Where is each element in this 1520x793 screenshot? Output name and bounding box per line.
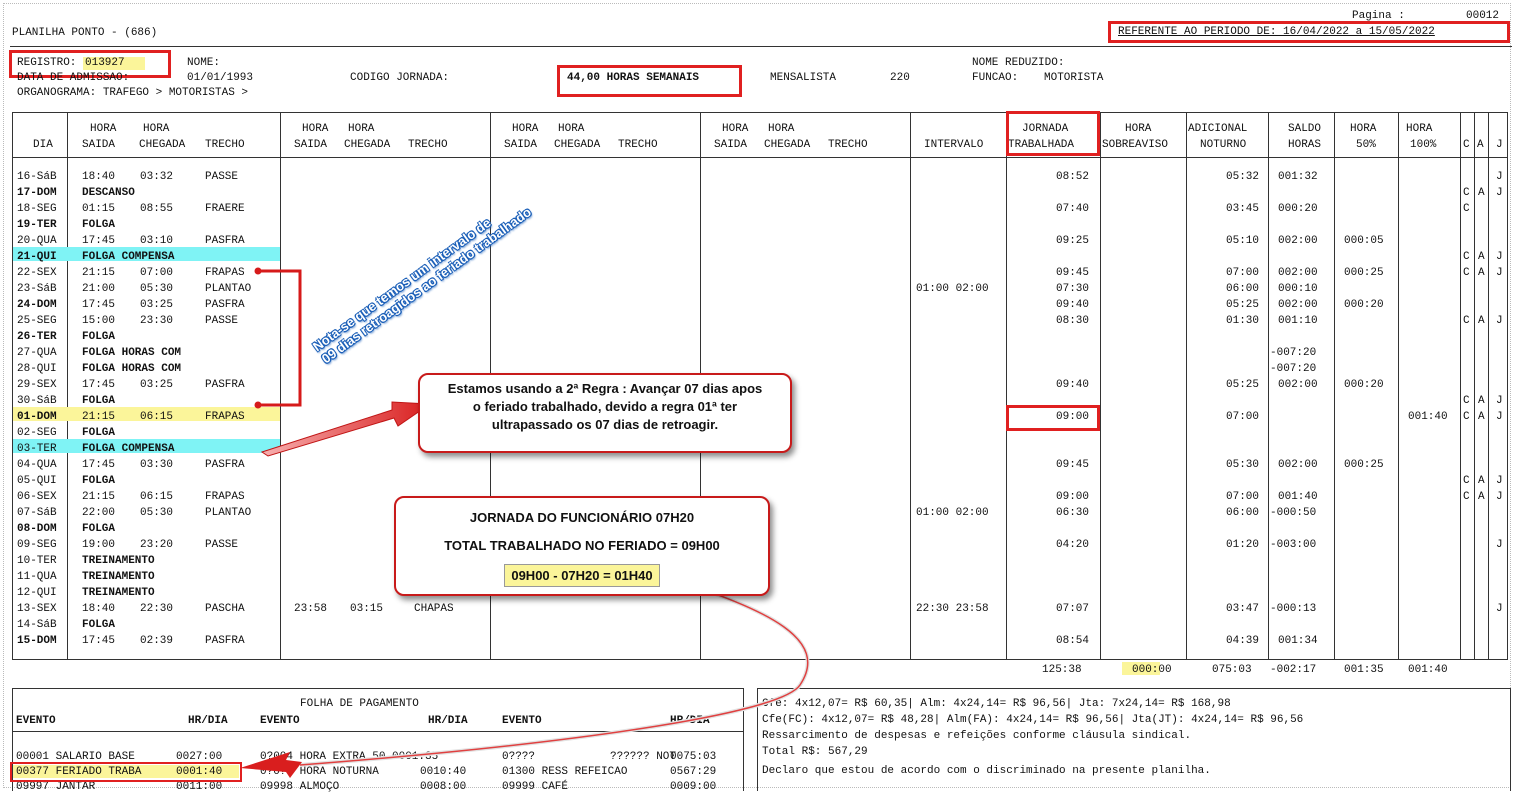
curve-connector-red: [299, 577, 809, 766]
arrow-to-feriado: [240, 752, 302, 778]
rule-callout-text: Estamos usando a 2ª Regra : Avançar 07 d…: [447, 381, 763, 432]
jornada-callout-line2: TOTAL TRABALHADO NO FERIADO = 09H00: [444, 538, 720, 553]
jornada-callout: JORNADA DO FUNCIONÁRIO 07H20 TOTAL TRABA…: [394, 496, 770, 596]
jornada-callout-line1: JORNADA DO FUNCIONÁRIO 07H20: [469, 510, 695, 525]
curve-connector: [299, 576, 810, 767]
rule-callout: Estamos usando a 2ª Regra : Avançar 07 d…: [418, 373, 792, 453]
arrow-to-callout1: [260, 401, 432, 457]
bracket-connector: [258, 269, 302, 407]
bracket-dot-bottom: [254, 401, 262, 409]
bracket-dot-top: [254, 267, 262, 275]
jornada-callout-line3: 09H00 - 07H20 = 01H40: [504, 564, 660, 587]
feriado-box: [10, 762, 242, 782]
